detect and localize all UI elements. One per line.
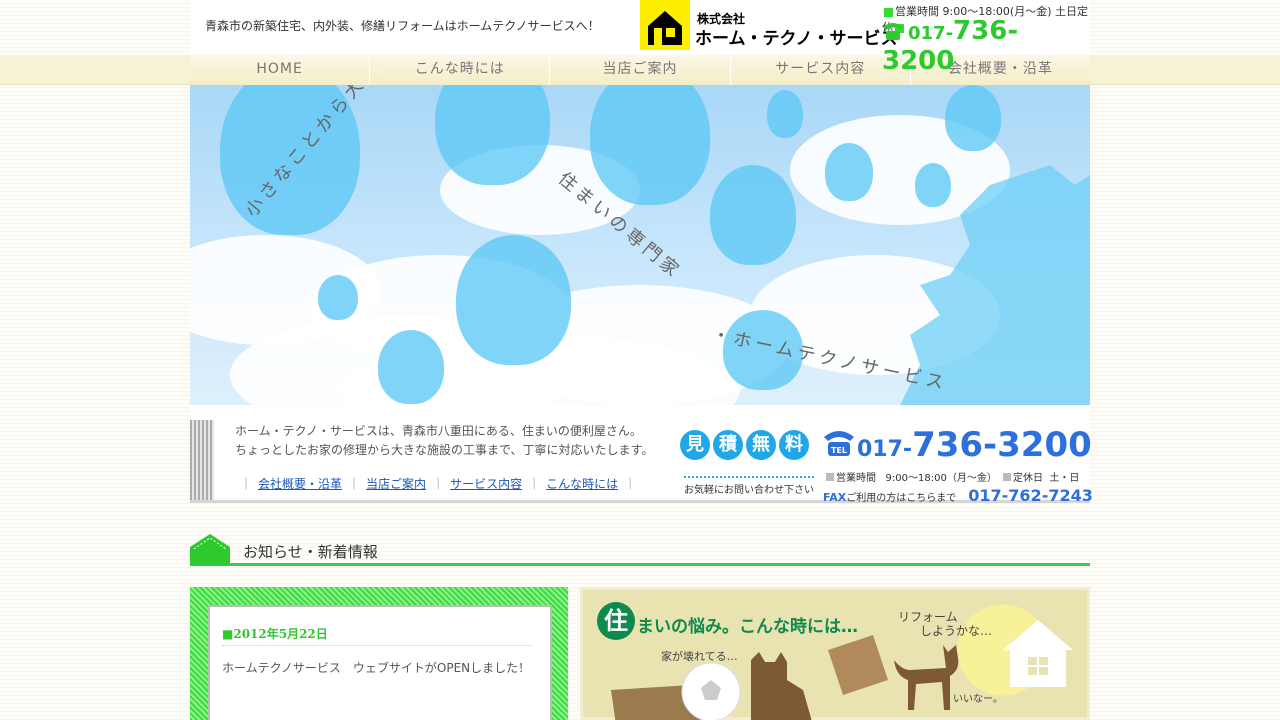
- contact-fax: FAXご利用の方はこちらまで 017-762-7243: [823, 486, 1093, 505]
- contact-phone-prefix: 017-: [857, 437, 913, 462]
- intro-line-2: ちょっとしたお家の修理から大きな施設の工事まで、丁寧に対応いたします。: [235, 443, 654, 457]
- estimate-char: 積: [713, 430, 743, 460]
- hero-banner: 小さなことから大きなことまで。 住まいの専門家 ・ホームテクノサービス: [190, 85, 1090, 405]
- intro-section: ホーム・テクノ・サービスは、青森市八重田にある、住まいの便利屋さん。 ちょっとし…: [190, 405, 1093, 505]
- house-logo-icon: [648, 11, 682, 45]
- banner-reform-line-2: しようかな…: [920, 624, 993, 638]
- balloon-shape: [710, 165, 796, 265]
- banner-reform-text: リフォーム しようかな…: [898, 610, 992, 638]
- cat-silhouette-icon: [751, 652, 812, 720]
- banner-badge: 住: [597, 602, 635, 640]
- cat-walking-icon: [894, 645, 959, 710]
- soccer-ball-icon: [681, 662, 741, 720]
- balloon-shape: [825, 143, 873, 201]
- fax-label: FAX: [823, 491, 847, 504]
- contact-phone[interactable]: TEL 017-736-3200: [823, 425, 1092, 468]
- contact-tel-block: TEL 017-736-3200 営業時間 9:00〜18:00（月〜金） 定休…: [823, 425, 1093, 505]
- wood-board-icon: [828, 635, 888, 695]
- balloon-shape: [767, 90, 803, 138]
- logo-mark[interactable]: [640, 0, 690, 50]
- green-house-icon: [190, 534, 230, 565]
- site-header: 青森市の新築住宅、内外装、修繕リフォームはホームテクノサービスへ！ 株式会社 ホ…: [190, 0, 1090, 76]
- estimate-subtext: お気軽にお問い合わせ下さい: [684, 476, 814, 496]
- intro-line-1: ホーム・テクノ・サービスは、青森市八重田にある、住まいの便利屋さん。: [235, 424, 642, 438]
- free-estimate-badge[interactable]: 見積無料 お気軽にお問い合わせ下さい: [680, 430, 814, 496]
- intro-link-company[interactable]: 会社概要・沿革: [258, 477, 342, 491]
- balloon-shape: [435, 85, 550, 185]
- gray-square-icon: [826, 473, 834, 481]
- svg-text:TEL: TEL: [831, 446, 847, 455]
- header-tagline: 青森市の新築住宅、内外装、修繕リフォームはホームテクノサービスへ！: [205, 19, 600, 33]
- company-name[interactable]: ホーム・テクノ・サービス: [695, 24, 897, 49]
- intro-stripe-bar: [190, 420, 214, 500]
- intro-links: ｜会社概要・沿革｜当店ご案内｜サービス内容｜こんな時には｜: [240, 477, 637, 491]
- tel-phone-icon: TEL: [824, 431, 854, 456]
- contact-phone-number: 736-3200: [912, 425, 1092, 465]
- intro-link-services[interactable]: サービス内容: [450, 477, 522, 491]
- intro-link-konna[interactable]: こんな時には: [546, 477, 618, 491]
- intro-link-shop[interactable]: 当店ご案内: [366, 477, 426, 491]
- header-phone-prefix: 017-: [908, 23, 954, 44]
- banner-reform-line-1: リフォーム: [898, 610, 958, 624]
- news-date: ■2012年5月22日: [222, 625, 532, 646]
- holiday-label: 定休日: [1013, 473, 1044, 484]
- white-house-icon: [1003, 620, 1073, 687]
- balloon-shape: [318, 275, 358, 320]
- nav-home[interactable]: HOME: [190, 55, 371, 85]
- phone-icon: [883, 23, 903, 40]
- news-title: お知らせ・新着情報: [243, 543, 378, 561]
- estimate-char: 見: [680, 430, 710, 460]
- news-body: ホームテクノサービス ウェブサイトがOPENしました！: [222, 661, 531, 675]
- fax-number[interactable]: 017-762-7243: [968, 486, 1093, 505]
- estimate-char: 無: [746, 430, 776, 460]
- estimate-char: 料: [779, 430, 809, 460]
- hours-label: 営業時間: [836, 473, 876, 484]
- contact-hours: 営業時間 9:00〜18:00（月〜金） 定休日 土・日: [823, 469, 1090, 484]
- nav-konna-toki[interactable]: こんな時には: [370, 55, 551, 85]
- balloon-shape: [456, 235, 571, 365]
- holiday-value: 土・日: [1049, 473, 1080, 484]
- konna-toki-banner[interactable]: 住 まいの悩み。こんな時には… リフォーム しようかな… 家が壊れてる… いいな…: [580, 587, 1090, 720]
- balloon-shape: [590, 85, 710, 205]
- nav-shop-info[interactable]: 当店ご案内: [550, 55, 731, 85]
- news-box: ■2012年5月22日 ホームテクノサービス ウェブサイトがOPENしました！: [190, 587, 568, 720]
- news-panel: ■2012年5月22日 ホームテクノサービス ウェブサイトがOPENしました！: [208, 605, 552, 720]
- hours-value: 9:00〜18:00（月〜金）: [885, 473, 997, 484]
- banner-title: まいの悩み。こんな時には…: [637, 617, 858, 637]
- fax-text: ご利用の方はこちらまで: [846, 493, 957, 504]
- news-heading: お知らせ・新着情報: [190, 530, 1090, 566]
- balloon-shape: [378, 330, 444, 404]
- balloon-shape: [945, 85, 1001, 151]
- gray-square-icon: [1003, 473, 1012, 481]
- header-phone[interactable]: 017-736-3200: [882, 16, 1090, 76]
